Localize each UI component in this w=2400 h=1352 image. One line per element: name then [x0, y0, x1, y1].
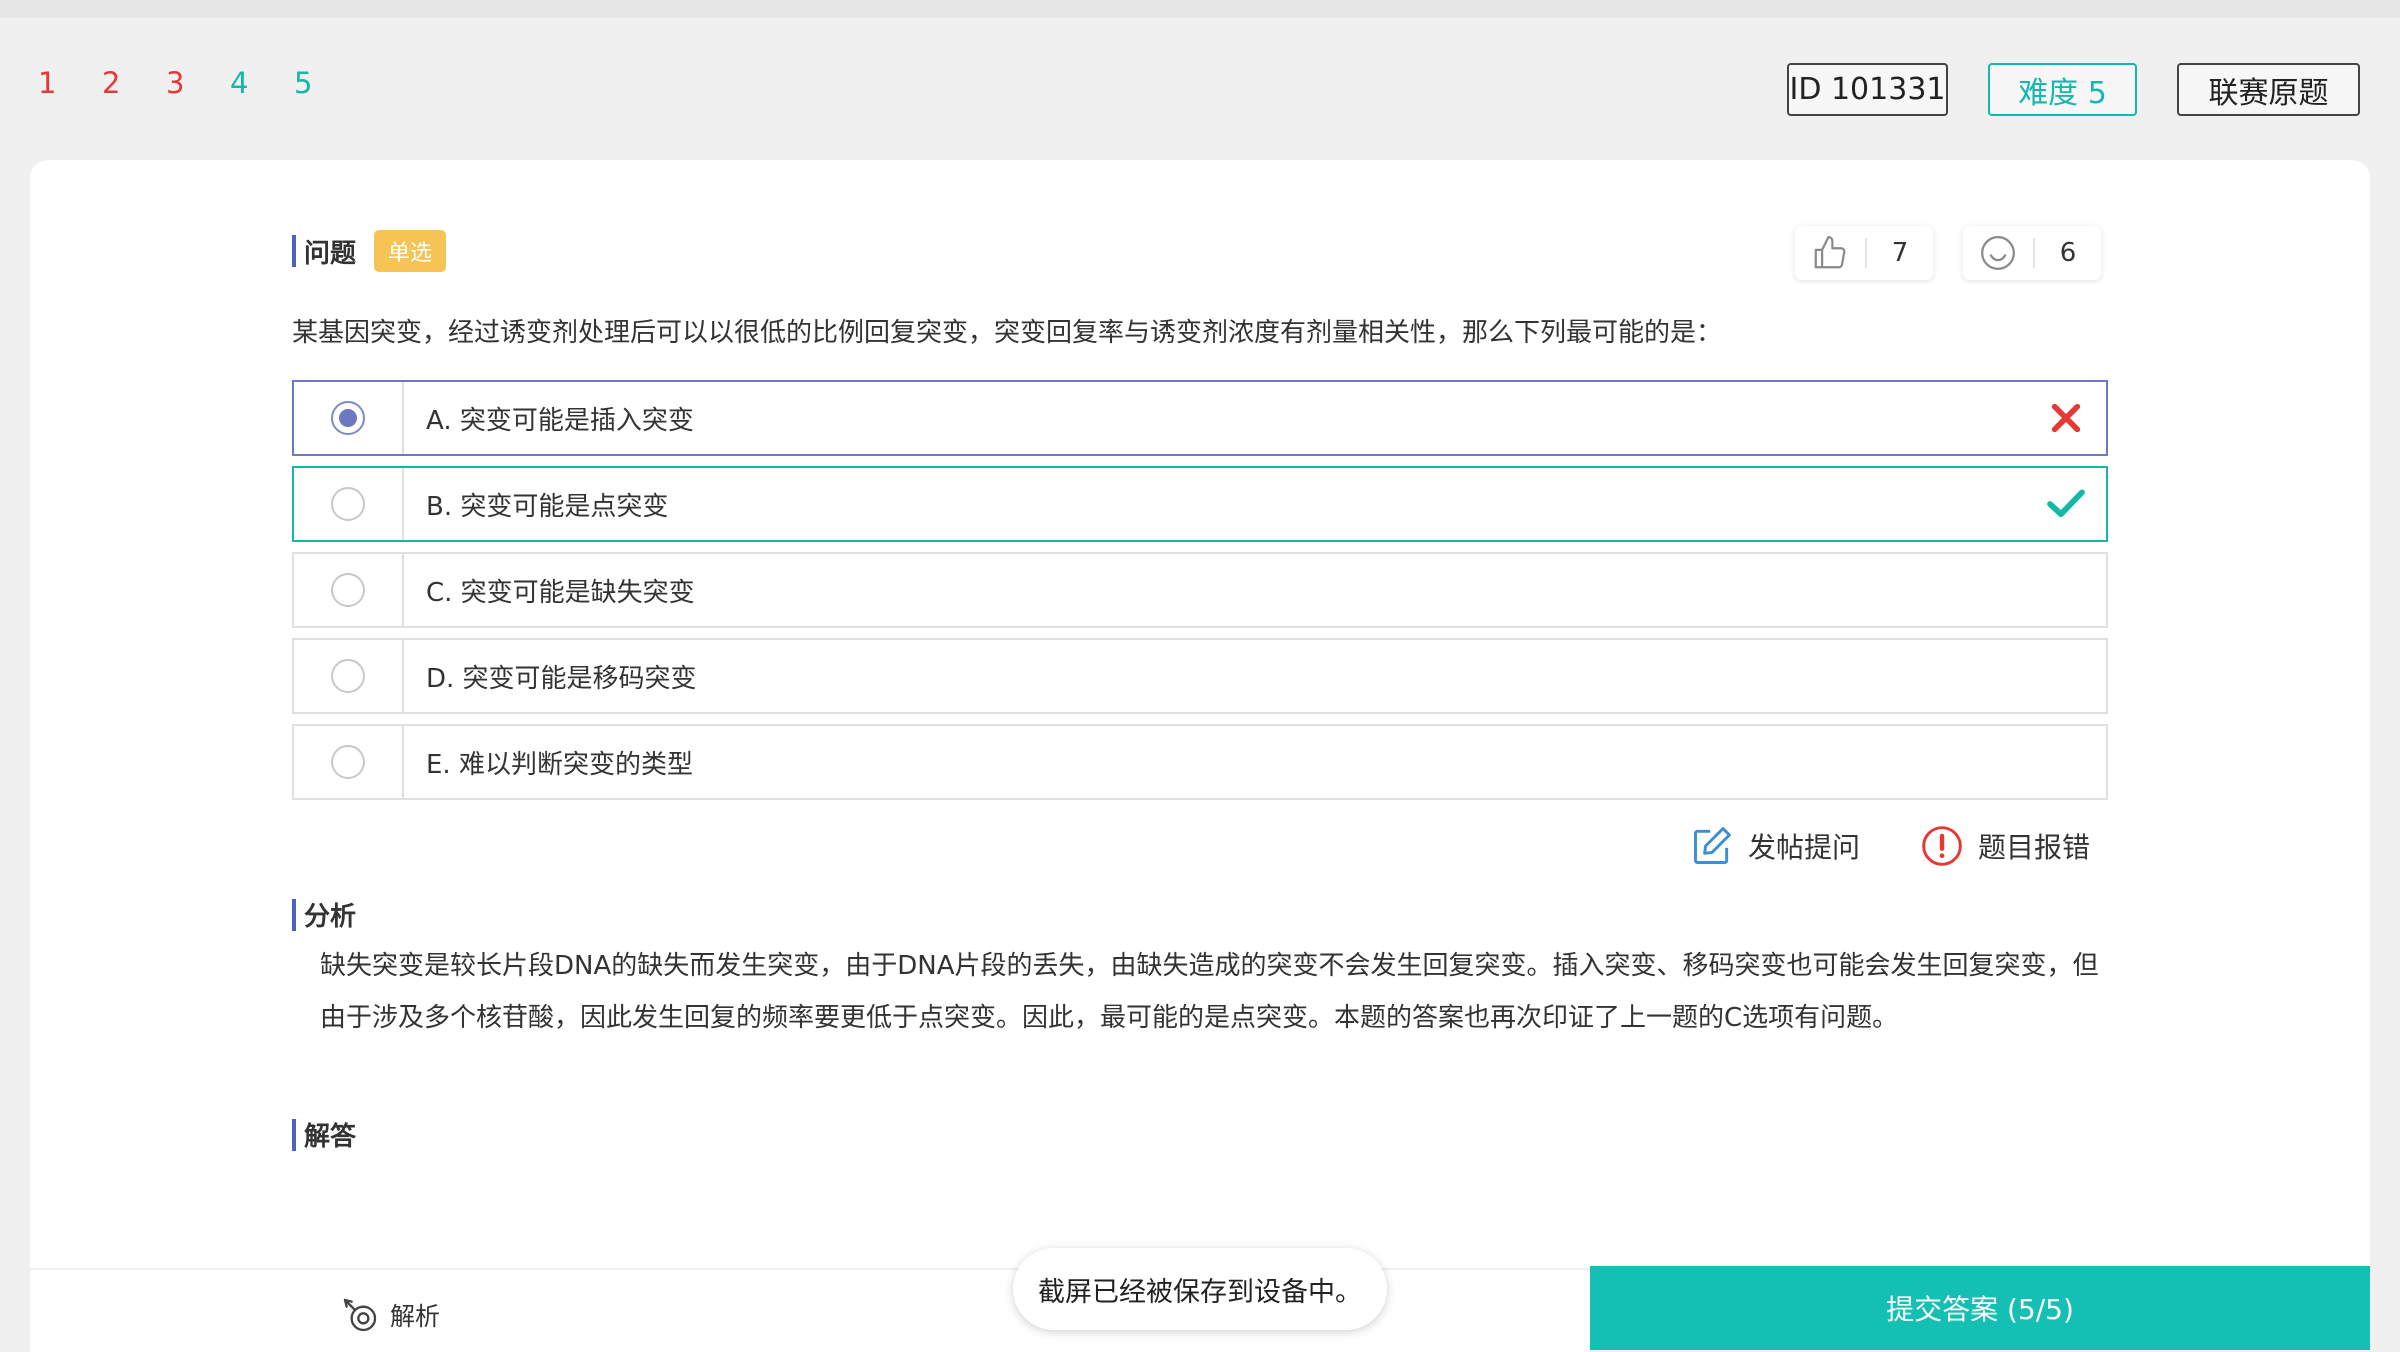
like-counter[interactable]: 7 [1795, 226, 1933, 280]
smile-count: 6 [2059, 238, 2077, 268]
question-number-2[interactable]: 2 [102, 66, 166, 100]
option-a-label: A. 突变可能是插入突变 [426, 405, 694, 436]
option-d[interactable]: D. 突变可能是移码突变 [292, 638, 2108, 714]
section-bar [292, 1118, 296, 1151]
thumbs-up-icon [1795, 234, 1865, 272]
post-question-label: 发帖提问 [1748, 831, 1861, 864]
option-b-radio[interactable] [331, 487, 365, 521]
radio-cell [294, 382, 404, 454]
option-a-radio[interactable] [331, 401, 365, 435]
radio-cell [294, 554, 404, 626]
analysis-tab-button[interactable]: 解析 [340, 1295, 440, 1335]
option-b[interactable]: B. 突变可能是点突变 [292, 466, 2108, 542]
analysis-tab-label: 解析 [390, 1302, 441, 1331]
option-e-radio[interactable] [331, 745, 365, 779]
question-nav: 1 2 3 4 5 [38, 66, 358, 100]
radio-cell [294, 726, 404, 798]
analysis-text: 缺失突变是较长片段DNA的缺失而发生突变，由于DNA片段的丢失，由缺失造成的突变… [320, 951, 2099, 1033]
option-d-label: D. 突变可能是移码突变 [426, 663, 697, 694]
radio-cell [294, 640, 404, 712]
screenshot-toast: 截屏已经被保存到设备中。 [1013, 1248, 1387, 1330]
section-bar [292, 898, 296, 931]
answer-header: 解答 [292, 1116, 356, 1153]
option-d-radio[interactable] [331, 659, 365, 693]
report-error-label: 题目报错 [1978, 831, 2091, 864]
question-number-1[interactable]: 1 [38, 66, 102, 100]
question-id-tag: ID 101331 [1787, 63, 1948, 116]
analysis-header: 分析 [292, 896, 356, 933]
smile-icon [1963, 234, 2033, 272]
question-card: 问题 单选 7 6 某基因突变，经过诱变剂处理后可以以很低的比例回复突变，突变回… [30, 160, 2370, 1350]
like-count: 7 [1891, 238, 1909, 268]
question-number-4[interactable]: 4 [230, 66, 294, 100]
option-e[interactable]: E. 难以判断突变的类型 [292, 724, 2108, 800]
pointer-icon [343, 1298, 377, 1332]
report-error-button[interactable]: 题目报错 [1920, 824, 2090, 868]
post-question-button[interactable]: 发帖提问 [1690, 824, 1860, 868]
alert-icon [1922, 826, 1962, 866]
analysis-title: 分析 [304, 902, 357, 932]
option-c-radio[interactable] [331, 573, 365, 607]
section-bar [292, 235, 296, 267]
question-type-badge: 单选 [374, 230, 447, 272]
answer-title: 解答 [304, 1122, 357, 1152]
question-text: 某基因突变，经过诱变剂处理后可以以很低的比例回复突变，突变回复率与诱变剂浓度有剂… [292, 318, 1723, 348]
option-e-label: E. 难以判断突变的类型 [426, 749, 693, 780]
question-header: 问题 单选 [292, 230, 447, 272]
difficulty-tag: 难度 5 [1988, 63, 2137, 116]
edit-icon [1694, 827, 1731, 864]
question-number-5[interactable]: 5 [294, 66, 358, 100]
radio-cell [294, 468, 404, 540]
question-title: 问题 [304, 238, 357, 269]
cross-icon [2026, 401, 2106, 435]
original-problem-button[interactable]: 联赛原题 [2177, 63, 2360, 116]
submit-answer-button[interactable]: 提交答案 (5/5) [1590, 1266, 2370, 1350]
check-icon [2026, 488, 2106, 520]
option-c-label: C. 突变可能是缺失突变 [426, 577, 695, 608]
option-b-label: B. 突变可能是点突变 [426, 491, 669, 522]
option-c[interactable]: C. 突变可能是缺失突变 [292, 552, 2108, 628]
question-number-3[interactable]: 3 [166, 66, 230, 100]
status-bar [0, 0, 2400, 18]
smile-counter[interactable]: 6 [1963, 226, 2101, 280]
option-a[interactable]: A. 突变可能是插入突变 [292, 380, 2108, 456]
